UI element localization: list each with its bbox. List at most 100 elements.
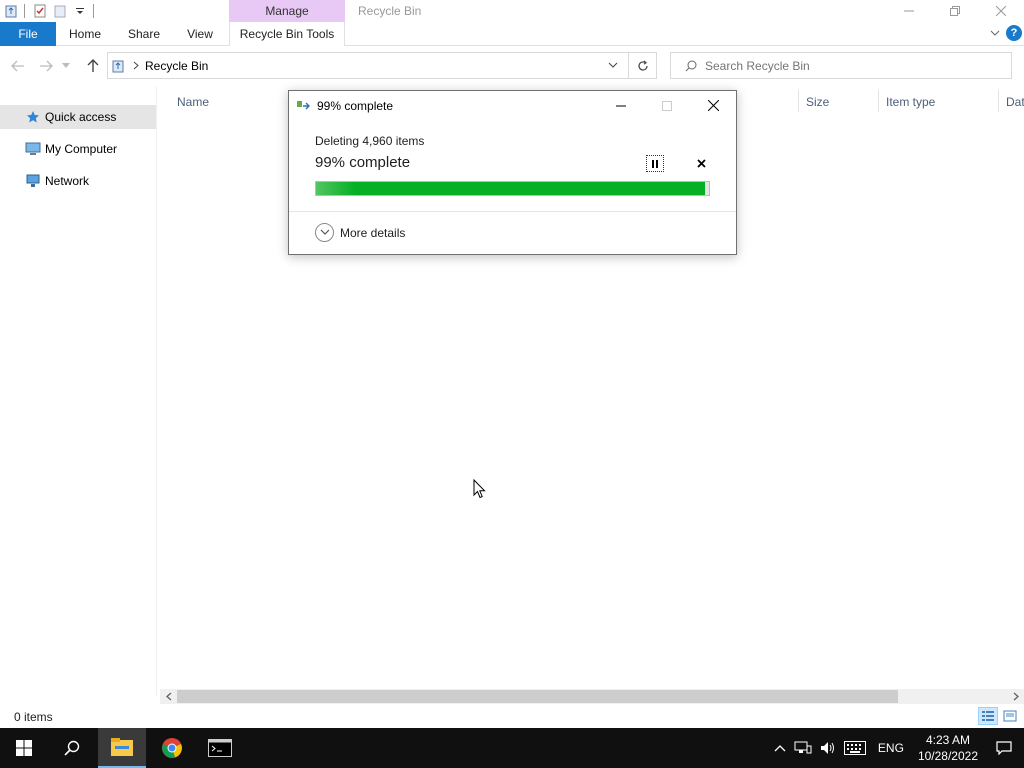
qat-separator [24, 4, 25, 18]
nav-item-my-computer[interactable]: My Computer [0, 137, 156, 161]
tab-file[interactable]: File [0, 22, 56, 46]
qat-separator [93, 4, 94, 18]
column-divider[interactable] [878, 90, 879, 112]
close-button[interactable] [978, 0, 1024, 22]
more-details-toggle[interactable]: More details [315, 223, 405, 242]
taskbar-file-explorer[interactable] [98, 728, 146, 768]
navigation-bar: Recycle Bin [0, 46, 1024, 86]
system-tray: ENG 4:23 AM 10/28/2022 [770, 728, 1024, 768]
action-center-button[interactable] [984, 728, 1024, 768]
taskbar-search-button[interactable] [48, 728, 96, 768]
minimize-button[interactable] [886, 0, 932, 22]
volume-icon[interactable] [820, 741, 836, 755]
manage-context-tab[interactable]: Manage [229, 0, 345, 22]
keyboard-icon[interactable] [843, 741, 866, 755]
horizontal-scrollbar[interactable] [160, 689, 1024, 704]
taskbar-chrome[interactable] [148, 728, 196, 768]
input-language-indicator[interactable]: ENG [878, 741, 904, 755]
progress-bar-fill [316, 182, 706, 195]
tab-share[interactable]: Share [118, 22, 170, 46]
nav-item-label: My Computer [45, 142, 118, 156]
search-icon [64, 740, 80, 756]
file-explorer-icon [111, 738, 133, 756]
dialog-maximize-button[interactable] [644, 91, 690, 120]
restore-button[interactable] [932, 0, 978, 22]
dialog-window-controls [598, 91, 736, 120]
recycle-bin-app-icon[interactable] [2, 2, 20, 20]
taskbar-terminal[interactable] [196, 728, 244, 768]
column-divider[interactable] [798, 90, 799, 112]
search-input[interactable] [705, 58, 985, 73]
dialog-close-button[interactable] [690, 91, 736, 120]
recent-locations-button[interactable] [60, 56, 72, 76]
column-header-size[interactable]: Size [806, 95, 829, 109]
search-icon [685, 60, 697, 72]
up-button[interactable] [83, 56, 103, 76]
scroll-right-arrow-icon[interactable] [1008, 690, 1023, 703]
nav-item-network[interactable]: Network [0, 169, 156, 193]
ribbon-right-controls: ? [990, 25, 1022, 41]
percent-complete-label: 99% complete [315, 154, 411, 171]
details-view-button[interactable] [978, 707, 998, 725]
tab-view[interactable]: View [178, 22, 222, 46]
back-arrow-icon [11, 60, 24, 72]
column-header-name[interactable]: Name [177, 95, 209, 109]
window-title: Recycle Bin [358, 4, 422, 18]
breadcrumb-chevron-icon[interactable] [133, 61, 139, 70]
chevron-down-icon [62, 63, 70, 68]
mouse-cursor-icon [473, 478, 487, 502]
forward-button[interactable] [36, 56, 56, 76]
search-box[interactable] [670, 52, 1012, 79]
item-count: 0 items [14, 710, 53, 724]
pause-icon [652, 159, 658, 168]
properties-icon[interactable] [31, 2, 49, 20]
dialog-minimize-button[interactable] [598, 91, 644, 120]
help-icon[interactable]: ? [1006, 25, 1022, 41]
address-bar[interactable]: Recycle Bin [107, 52, 657, 79]
pause-button[interactable] [646, 155, 664, 172]
up-arrow-icon [87, 59, 99, 72]
title-bar: Manage Recycle Bin [0, 0, 1024, 22]
scroll-left-arrow-icon[interactable] [161, 690, 176, 703]
network-status-icon[interactable] [794, 741, 812, 755]
view-switcher [978, 707, 1020, 725]
customize-qat-chevron-icon[interactable] [71, 2, 89, 20]
cancel-operation-button[interactable] [692, 155, 710, 172]
tab-recycle-bin-tools[interactable]: Recycle Bin Tools [229, 22, 345, 46]
clock-time: 4:23 AM [925, 733, 970, 747]
more-details-label: More details [340, 225, 406, 240]
new-folder-icon[interactable] [51, 2, 69, 20]
nav-item-label: Network [45, 174, 90, 188]
computer-icon [25, 141, 41, 157]
column-header-item-type[interactable]: Item type [886, 95, 935, 109]
dialog-title: 99% complete [317, 99, 394, 113]
scrollbar-thumb[interactable] [177, 690, 898, 703]
expand-ribbon-chevron-icon[interactable] [990, 26, 1000, 40]
file-operation-icon [297, 100, 312, 112]
delete-progress-dialog: 99% complete Deleting 4,960 items 99% co… [288, 90, 737, 255]
forward-arrow-icon [40, 60, 53, 72]
large-icons-view-button[interactable] [1000, 707, 1020, 725]
start-button[interactable] [0, 728, 48, 768]
chrome-icon [162, 738, 182, 758]
refresh-button[interactable] [628, 53, 656, 78]
column-header-date[interactable]: Dat [1006, 95, 1024, 109]
quick-access-toolbar [0, 0, 98, 22]
column-divider[interactable] [998, 90, 999, 112]
clock[interactable]: 4:23 AM 10/28/2022 [918, 732, 978, 764]
window-controls [886, 0, 1024, 22]
network-icon [25, 173, 41, 189]
navigation-pane: Quick access My Computer Network [0, 86, 157, 696]
chevron-down-icon[interactable] [315, 223, 334, 242]
show-hidden-icons-chevron-icon[interactable] [774, 744, 786, 752]
back-button[interactable] [8, 56, 28, 76]
breadcrumb-recycle-bin[interactable]: Recycle Bin [145, 59, 208, 73]
large-icons-view-icon [1003, 710, 1017, 722]
clock-date: 10/28/2022 [917, 749, 978, 763]
taskbar: ENG 4:23 AM 10/28/2022 [0, 728, 1024, 768]
nav-item-quick-access[interactable]: Quick access [0, 105, 156, 129]
dialog-title-bar: 99% complete [297, 99, 393, 113]
address-dropdown-icon[interactable] [608, 58, 618, 72]
tab-home[interactable]: Home [58, 22, 112, 46]
operation-description: Deleting 4,960 items [315, 134, 425, 148]
